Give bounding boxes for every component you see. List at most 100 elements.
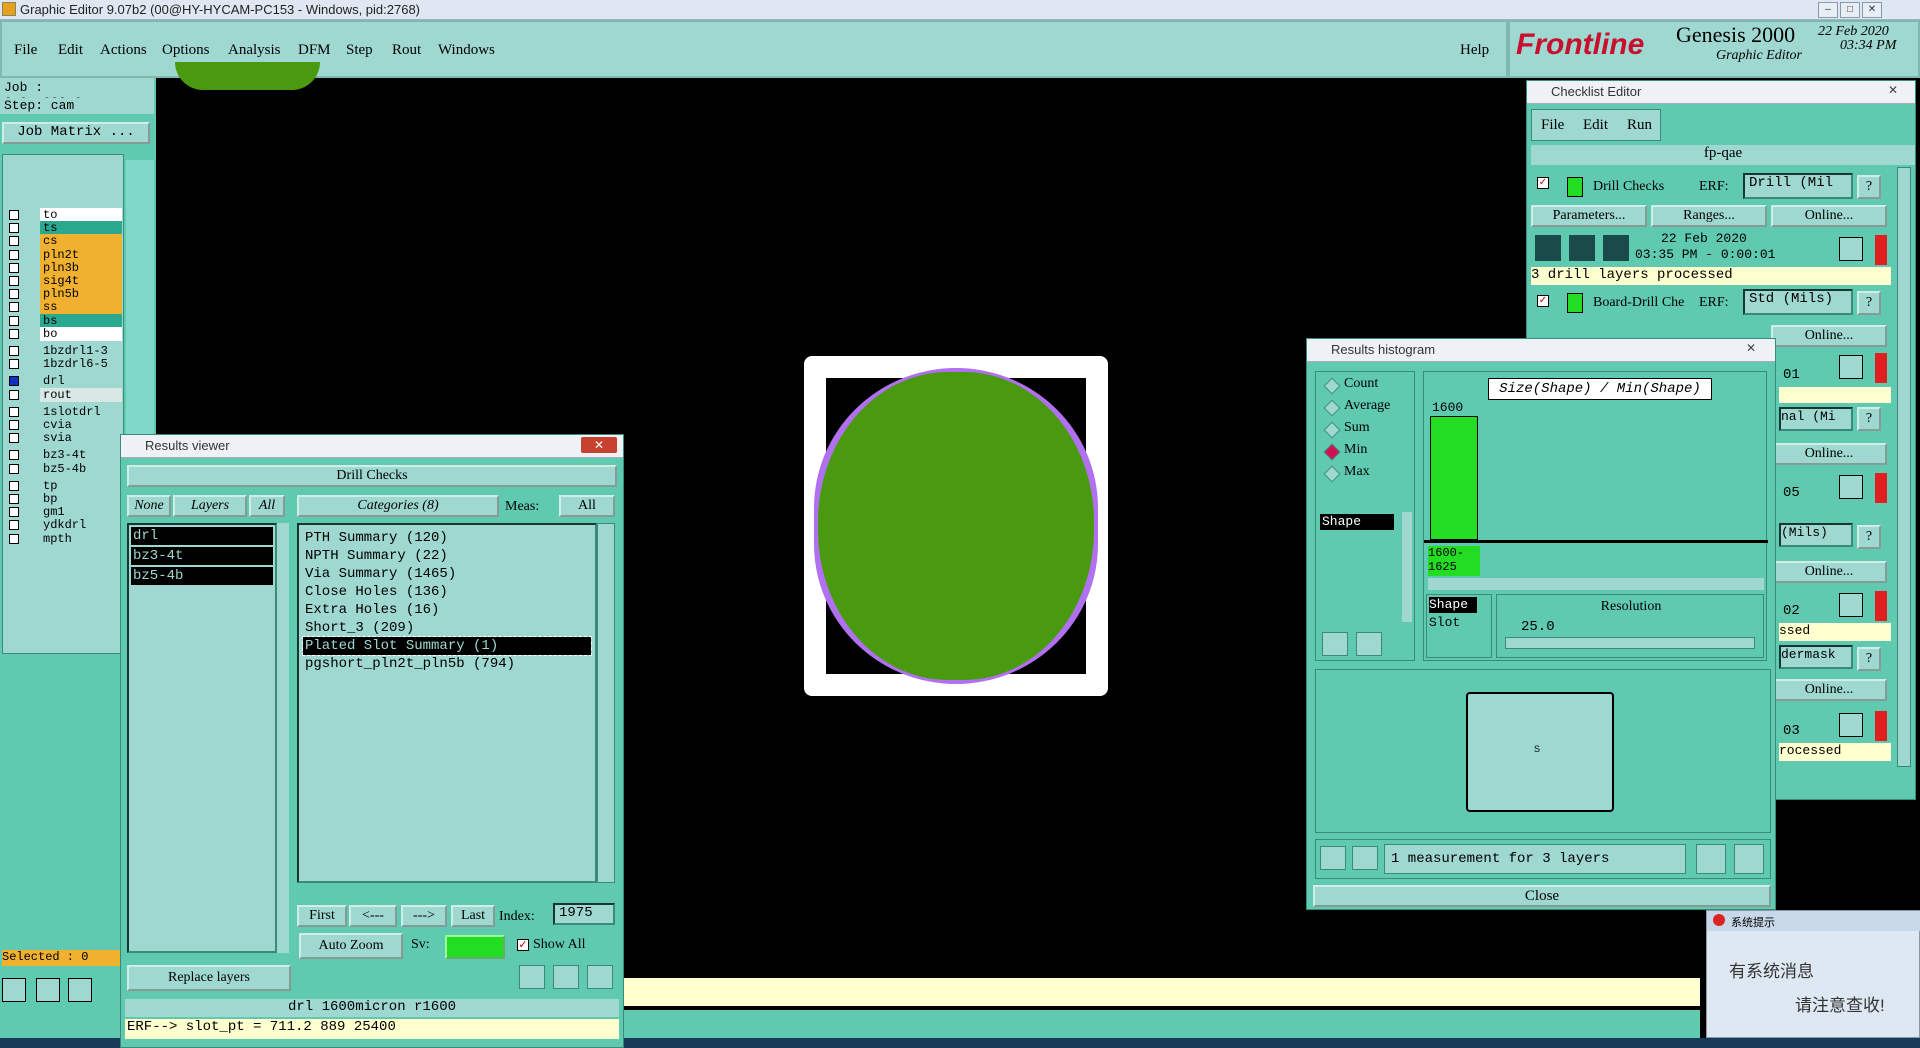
checklist-close-icon[interactable]: ✕ (1879, 83, 1907, 99)
none-button[interactable]: None (127, 495, 171, 517)
check2-help-button[interactable]: ? (1857, 291, 1881, 315)
check1-name[interactable]: Drill Checks (1593, 179, 1664, 195)
check2-checkbox[interactable]: ✓ (1537, 295, 1549, 307)
radio-option[interactable] (1323, 377, 1341, 395)
job-matrix-button[interactable]: Job Matrix ... (2, 122, 150, 144)
category-item[interactable]: Via Summary (1465) (303, 565, 591, 583)
last-button[interactable]: Last (451, 905, 495, 927)
ref-icon[interactable] (553, 965, 579, 989)
layer-checkbox[interactable] (9, 276, 19, 286)
check1-ranges-button[interactable]: Ranges... (1651, 205, 1767, 227)
layer-list-item[interactable]: bz3-4t (131, 547, 273, 565)
layer-row[interactable]: svia (4, 431, 122, 446)
run-icon[interactable] (1603, 235, 1629, 261)
category-item[interactable]: PTH Summary (120) (303, 529, 591, 547)
menu-rout[interactable]: Rout (392, 42, 421, 59)
prev-button[interactable]: <--- (349, 905, 397, 927)
check1-parameters-button[interactable]: Parameters... (1531, 205, 1647, 227)
layers-button[interactable]: Layers (173, 495, 247, 517)
replace-layers-dropdown[interactable]: Replace layers (127, 965, 291, 991)
radio-option-label[interactable]: Count (1344, 376, 1378, 392)
next-button[interactable]: ---> (401, 905, 447, 927)
ref-icon[interactable] (1352, 846, 1378, 870)
menu-file[interactable]: File (14, 42, 37, 59)
run-icon[interactable] (1569, 235, 1595, 261)
layer-checkbox[interactable] (9, 376, 19, 387)
check2-erf-input[interactable]: Std (Mils) (1743, 289, 1853, 315)
radio-option-label[interactable]: Max (1344, 464, 1370, 480)
zoom-results-icon[interactable] (1839, 355, 1863, 379)
layer-row[interactable]: bo (4, 326, 122, 342)
menu-options[interactable]: Options (162, 42, 210, 59)
layer-checkbox[interactable] (9, 359, 19, 370)
zoom-results-icon[interactable] (1839, 237, 1863, 261)
radio-option[interactable] (1323, 443, 1341, 461)
layer-checkbox[interactable] (9, 520, 19, 531)
minimize-button[interactable]: – (1818, 2, 1838, 18)
menu-windows[interactable]: Windows (438, 42, 495, 59)
online-button[interactable]: Online... (1771, 443, 1887, 465)
hist-list-scrollbar[interactable] (1402, 512, 1412, 622)
all-button[interactable]: All (249, 495, 285, 517)
menu-help[interactable]: Help (1460, 42, 1489, 59)
layer-row[interactable]: rout (4, 387, 122, 403)
layer-checkbox[interactable] (9, 433, 19, 444)
sv-color-dropdown[interactable] (445, 935, 505, 959)
layer-checkbox[interactable] (9, 262, 19, 273)
zoom-results-icon[interactable] (1839, 713, 1863, 737)
checklist-menu-file[interactable]: File (1541, 117, 1564, 134)
layer-checkbox[interactable] (9, 328, 19, 339)
zoom-results-icon[interactable] (1839, 593, 1863, 617)
online-button[interactable]: Online... (1771, 679, 1887, 701)
check2-online-button[interactable]: Online... (1771, 325, 1887, 347)
check1-online-button[interactable]: Online... (1771, 205, 1887, 227)
check1-help-button[interactable]: ? (1857, 175, 1881, 199)
auto-zoom-dropdown[interactable]: Auto Zoom (299, 933, 403, 959)
checklist-scrollbar[interactable] (1897, 167, 1911, 767)
menu-analysis[interactable]: Analysis (228, 42, 281, 59)
radio-option[interactable] (1323, 399, 1341, 417)
histogram-bar[interactable] (1430, 416, 1478, 540)
partial-erf[interactable]: (Mils) (1779, 523, 1853, 547)
radio-option[interactable] (1323, 421, 1341, 439)
categories-list[interactable]: PTH Summary (120) NPTH Summary (22) Via Su… (297, 523, 597, 883)
layer-list-item[interactable]: bz5-4b (131, 567, 273, 585)
maximize-button[interactable]: □ (1840, 2, 1860, 18)
layer-checkbox[interactable] (9, 302, 19, 313)
measure-tool-icon[interactable] (36, 978, 60, 1002)
layer-checkbox[interactable] (9, 507, 19, 518)
category-item[interactable]: Extra Holes (16) (303, 601, 591, 619)
meas-dropdown[interactable]: All (559, 495, 615, 517)
zoom-tool-icon[interactable] (2, 978, 26, 1002)
drill-checks-header[interactable]: Drill Checks (127, 465, 617, 487)
layer-row[interactable]: bz5-4b (4, 461, 122, 477)
partial-erf[interactable]: nal (Mi (1779, 407, 1853, 431)
import-icon[interactable] (1734, 844, 1764, 874)
help-button[interactable]: ? (1857, 407, 1881, 431)
chart-scrollbar[interactable] (1428, 578, 1764, 590)
checklist-menu-edit[interactable]: Edit (1583, 117, 1608, 134)
layer-list-item[interactable]: drl (131, 527, 273, 545)
close-icon[interactable]: ✕ (581, 437, 617, 453)
grid-tool-icon[interactable] (68, 978, 92, 1002)
layers-list[interactable]: drl bz3-4t bz5-4b (127, 523, 277, 953)
run-icon[interactable] (1535, 235, 1561, 261)
check1-checkbox[interactable]: ✓ (1537, 177, 1549, 189)
menu-dfm[interactable]: DFM (298, 42, 331, 59)
checklist-menu-run[interactable]: Run (1627, 117, 1652, 134)
category-item[interactable]: Close Holes (136) (303, 583, 591, 601)
category-item[interactable]: Plated Slot Summary (1) (302, 636, 592, 656)
layers-scrollbar[interactable] (277, 523, 289, 953)
system-notification[interactable]: 系统提示 有系统消息 请注意查收! (1706, 910, 1920, 1038)
categories-scrollbar[interactable] (597, 523, 615, 883)
undo-icon[interactable] (587, 965, 613, 989)
layer-checkbox[interactable] (9, 346, 19, 356)
layer-row[interactable]: mpth (4, 531, 122, 547)
index-input[interactable]: 1975 (553, 903, 615, 925)
category-item[interactable]: pgshort_pln2t_pln5b (794) (303, 655, 591, 673)
layer-checkbox[interactable] (9, 210, 19, 220)
layer-checkbox[interactable] (9, 223, 19, 234)
help-button[interactable]: ? (1857, 647, 1881, 671)
menu-edit[interactable]: Edit (58, 42, 83, 59)
group-item-shape[interactable]: Shape (1429, 597, 1477, 613)
